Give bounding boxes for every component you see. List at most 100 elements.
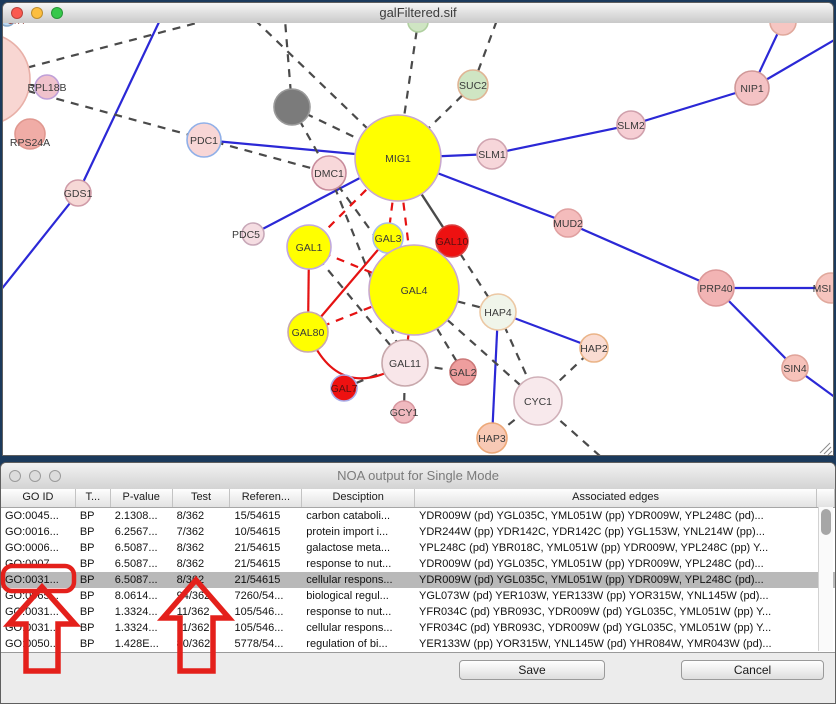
column-header-go-id[interactable]: GO ID bbox=[1, 489, 76, 507]
cancel-button[interactable]: Cancel bbox=[681, 660, 824, 680]
noa-window-title: NOA output for Single Mode bbox=[1, 468, 835, 483]
edge-blue bbox=[492, 312, 498, 438]
table-row-4[interactable]: GO:0031...BP6.5087...8/36221/54615cellul… bbox=[1, 572, 835, 588]
node-label-GDS1: GDS1 bbox=[64, 188, 93, 200]
cell: regulation of bi... bbox=[302, 636, 415, 652]
cell: BP bbox=[76, 540, 111, 556]
scrollbar-thumb[interactable] bbox=[821, 509, 831, 535]
label-fragment: 17A bbox=[8, 23, 24, 26]
table-row-0[interactable]: GO:0045...BP2.1308...8/36215/54615carbon… bbox=[1, 508, 835, 524]
cell: 105/546... bbox=[230, 604, 302, 620]
cell: GO:0007... bbox=[1, 556, 76, 572]
table-row-7[interactable]: GO:0031...BP1.3324...11/362105/546...cel… bbox=[1, 620, 835, 636]
cell: 8.0614... bbox=[111, 588, 173, 604]
node-label-SLM2: SLM2 bbox=[617, 120, 645, 132]
resize-grip[interactable] bbox=[828, 451, 832, 455]
column-header-t[interactable]: T... bbox=[76, 489, 111, 507]
table-scrollbar[interactable] bbox=[818, 507, 833, 651]
table-row-3[interactable]: GO:0007...BP6.5087...8/36221/54615respon… bbox=[1, 556, 835, 572]
cell: 7/362 bbox=[173, 524, 231, 540]
cell: biological regul... bbox=[302, 588, 415, 604]
node-label-MSI: MSI bbox=[813, 283, 832, 295]
cell: GO:0031... bbox=[1, 604, 76, 620]
edge-blue bbox=[631, 88, 752, 125]
table-row-2[interactable]: GO:0006...BP6.5087...8/36221/54615galact… bbox=[1, 540, 835, 556]
table-row-8[interactable]: GO:0050...BP1.428E...80/3625778/54...reg… bbox=[1, 636, 835, 652]
table-body: GO:0045...BP2.1308...8/36215/54615carbon… bbox=[1, 508, 835, 653]
cell: 8/362 bbox=[173, 540, 231, 556]
desktop-background: galFiltered.sif RPL18BRPS24AGDS1PDC1DMC1… bbox=[0, 0, 836, 704]
cell: YFR034C (pd) YBR093C, YDR009W (pd) YGL03… bbox=[415, 620, 817, 636]
cell: 6.5087... bbox=[111, 572, 173, 588]
column-header-desciption[interactable]: Desciption bbox=[302, 489, 415, 507]
column-header-test[interactable]: Test bbox=[173, 489, 231, 507]
cell: YDR244W (pp) YDR142C, YDR142C (pp) YGL15… bbox=[415, 524, 817, 540]
cell: cellular respons... bbox=[302, 620, 415, 636]
cell: 15/54615 bbox=[230, 508, 302, 524]
cell: protein import i... bbox=[302, 524, 415, 540]
node-label-SUC2: SUC2 bbox=[459, 80, 487, 92]
cell: 5778/54... bbox=[230, 636, 302, 652]
node-label-GAL4: GAL4 bbox=[401, 285, 428, 297]
table-row-5[interactable]: GO:0065...BP8.0614...94/3627260/54...bio… bbox=[1, 588, 835, 604]
cell: 1.3324... bbox=[111, 604, 173, 620]
edge-blue bbox=[568, 223, 716, 288]
node-label-GCY1: GCY1 bbox=[390, 407, 419, 419]
node-greenfrag[interactable] bbox=[408, 23, 428, 32]
column-header-associated-edges[interactable]: Associated edges bbox=[415, 489, 817, 507]
cell: 80/362 bbox=[173, 636, 231, 652]
save-button[interactable]: Save bbox=[459, 660, 605, 680]
cell: GO:0006... bbox=[1, 540, 76, 556]
node-label-PDC1: PDC1 bbox=[190, 135, 218, 147]
node-label-GAL1: GAL1 bbox=[296, 242, 323, 254]
node-graynode[interactable] bbox=[274, 89, 310, 125]
node-label-HAP3: HAP3 bbox=[478, 433, 506, 445]
table-row-6[interactable]: GO:0031...BP1.3324...11/362105/546...res… bbox=[1, 604, 835, 620]
node-label-NIP1: NIP1 bbox=[740, 83, 764, 95]
cell: YGL073W (pd) YER103W, YER133W (pp) YOR31… bbox=[415, 588, 817, 604]
cell: YDR009W (pd) YGL035C, YML051W (pp) YDR00… bbox=[415, 556, 817, 572]
cell: 21/54615 bbox=[230, 556, 302, 572]
node-pinkfrag[interactable] bbox=[770, 23, 796, 35]
cell: GO:0045... bbox=[1, 508, 76, 524]
resize-grip[interactable] bbox=[820, 443, 830, 453]
graph-window-titlebar[interactable]: galFiltered.sif bbox=[3, 3, 833, 24]
cell: 94/362 bbox=[173, 588, 231, 604]
node-label-PDC5: PDC5 bbox=[232, 229, 260, 241]
node-label-RPL18B: RPL18B bbox=[27, 82, 66, 94]
node-label-GAL7: GAL7 bbox=[331, 383, 358, 395]
cell: YER133W (pp) YOR315W, YNL145W (pd) YHR08… bbox=[415, 636, 817, 652]
network-canvas[interactable]: RPL18BRPS24AGDS1PDC1DMC1MIG1SUC2NIP1SLM2… bbox=[3, 23, 833, 455]
noa-window-titlebar[interactable]: NOA output for Single Mode bbox=[1, 463, 835, 490]
cell: YFR034C (pd) YBR093C, YDR009W (pd) YGL03… bbox=[415, 604, 817, 620]
cell: 11/362 bbox=[173, 620, 231, 636]
noa-output-window: NOA output for Single Mode GO IDT...P-va… bbox=[0, 462, 836, 704]
cell: BP bbox=[76, 604, 111, 620]
cell: 7260/54... bbox=[230, 588, 302, 604]
column-header-blank[interactable] bbox=[817, 489, 835, 507]
cell: YDR009W (pd) YGL035C, YML051W (pp) YDR00… bbox=[415, 572, 817, 588]
cell: GO:0031... bbox=[1, 620, 76, 636]
node-label-RPS24A: RPS24A bbox=[10, 137, 50, 149]
cell: 1.428E... bbox=[111, 636, 173, 652]
node-label-GAL2: GAL2 bbox=[450, 367, 477, 379]
cell: BP bbox=[76, 524, 111, 540]
node-label-MIG1: MIG1 bbox=[385, 153, 411, 165]
edge-grayDash bbox=[3, 23, 208, 79]
node-label-SLM1: SLM1 bbox=[478, 149, 506, 161]
node-label-GAL11: GAL11 bbox=[389, 358, 421, 370]
column-header-p-value[interactable]: P-value bbox=[111, 489, 173, 507]
column-header-referen[interactable]: Referen... bbox=[230, 489, 302, 507]
node-bigpink[interactable] bbox=[3, 33, 30, 125]
table-row-1[interactable]: GO:0016...BP6.2567...7/36210/54615protei… bbox=[1, 524, 835, 540]
cell: GO:0050... bbox=[1, 636, 76, 652]
node-label-GAL10: GAL10 bbox=[436, 236, 469, 248]
node-label-HAP2: HAP2 bbox=[580, 343, 608, 355]
cell: YPL248C (pd) YBR018C, YML051W (pp) YDR00… bbox=[415, 540, 817, 556]
cell: 6.5087... bbox=[111, 556, 173, 572]
cell: BP bbox=[76, 556, 111, 572]
graph-window: galFiltered.sif RPL18BRPS24AGDS1PDC1DMC1… bbox=[2, 2, 834, 456]
edge-blue bbox=[3, 193, 78, 291]
cell: 6.5087... bbox=[111, 540, 173, 556]
cell: YDR009W (pd) YGL035C, YML051W (pp) YDR00… bbox=[415, 508, 817, 524]
